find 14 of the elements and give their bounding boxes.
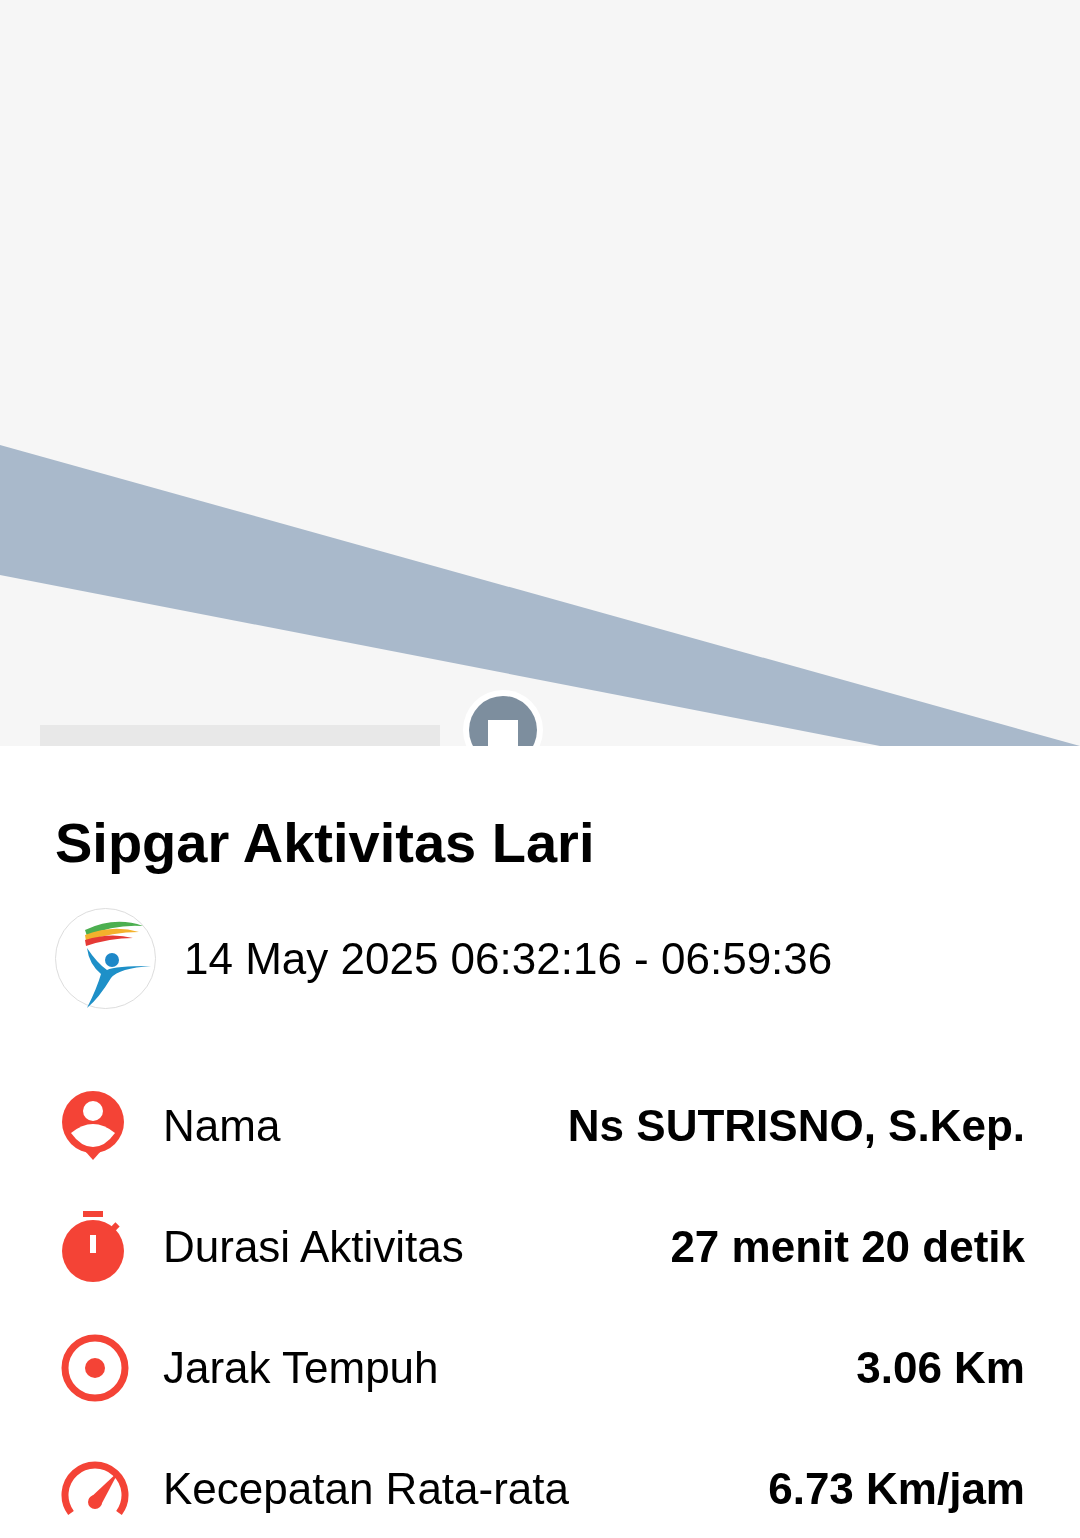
stat-value: 6.73 Km/jam [768, 1462, 1025, 1515]
person-pin-icon [61, 1090, 125, 1161]
stat-label: Kecepatan Rata-rata [163, 1462, 570, 1515]
stat-value: 27 menit 20 detik [670, 1220, 1025, 1273]
activity-title: Sipgar Aktivitas Lari [55, 810, 596, 876]
runner-logo-icon [55, 908, 156, 1009]
stat-label: Jarak Tempuh [163, 1341, 439, 1394]
stat-label: Durasi Aktivitas [163, 1220, 464, 1273]
target-icon [61, 1333, 129, 1402]
stat-value: Ns SUTRISNO, S.Kep. [567, 1099, 1025, 1152]
stat-value: 3.06 Km [856, 1341, 1025, 1394]
stat-label: Nama [163, 1099, 281, 1152]
stopwatch-icon [61, 1210, 125, 1283]
time-range: 14 May 2025 06:32:16 - 06:59:36 [184, 932, 833, 985]
